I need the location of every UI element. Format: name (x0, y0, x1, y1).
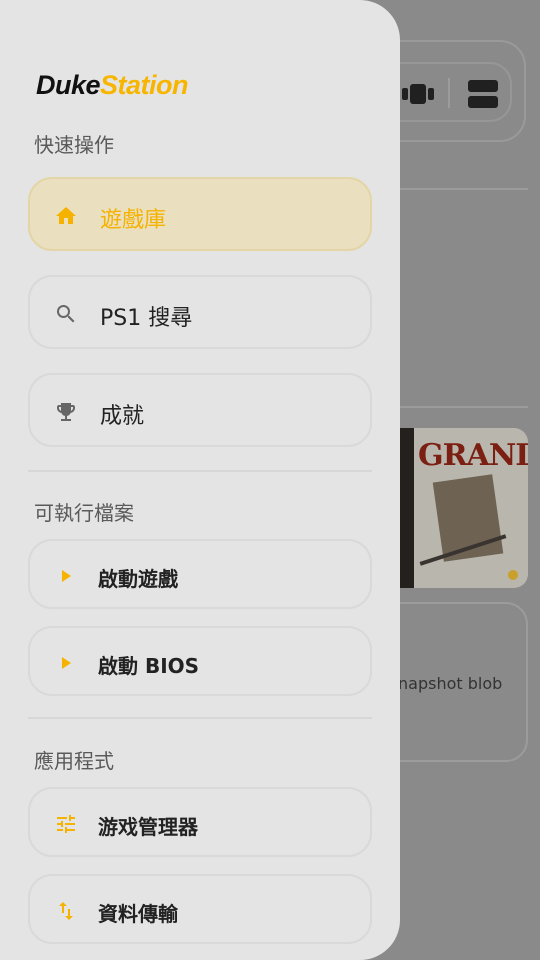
swap-vert-icon (59, 902, 73, 920)
data-transfer-button[interactable]: 資料傳輸 (28, 874, 372, 944)
trophy-icon (57, 403, 75, 421)
nav-item-library[interactable]: 遊戲庫 (28, 177, 372, 251)
play-icon (62, 657, 71, 669)
list-view-icon[interactable] (468, 80, 498, 108)
action-label: 資料傳輸 (98, 902, 178, 926)
start-game-button[interactable]: 啟動遊戲 (28, 539, 372, 609)
app-logo: DukeStation (36, 70, 189, 100)
home-icon (56, 207, 76, 224)
play-icon (62, 570, 71, 582)
section-quick-actions: 快速操作 (34, 133, 114, 157)
search-icon (57, 305, 75, 323)
section-executables: 可執行檔案 (34, 501, 134, 525)
section-apps: 應用程式 (34, 749, 114, 773)
start-bios-button[interactable]: 啟動 BIOS (28, 626, 372, 696)
game-cover-title: GRANDIA (418, 438, 528, 473)
view-toggle-separator (448, 78, 450, 108)
carousel-view-icon[interactable] (402, 84, 434, 104)
tune-icon (57, 815, 75, 833)
nav-item-label: 遊戲庫 (100, 208, 167, 233)
game-info-text: napshot blob (398, 674, 503, 693)
navigation-drawer: DukeStation 快速操作 遊戲庫 PS1 搜尋 成就 可執行檔案 啟動遊… (0, 0, 400, 960)
nav-item-label: 成就 (100, 404, 145, 429)
action-label: 啟動遊戲 (98, 567, 178, 591)
divider (28, 470, 372, 472)
nav-item-ps1-search[interactable]: PS1 搜尋 (28, 275, 372, 349)
action-label: 啟動 BIOS (98, 654, 200, 678)
nav-item-label: PS1 搜尋 (100, 306, 193, 331)
game-cover[interactable]: GRANDIA (378, 428, 528, 588)
divider (28, 717, 372, 719)
nav-item-achievements[interactable]: 成就 (28, 373, 372, 447)
bg-divider-mid (400, 406, 528, 408)
game-manager-button[interactable]: 游戏管理器 (28, 787, 372, 857)
action-label: 游戏管理器 (98, 815, 198, 839)
ps-logo-icon (508, 570, 518, 580)
bg-divider-top (400, 188, 528, 190)
